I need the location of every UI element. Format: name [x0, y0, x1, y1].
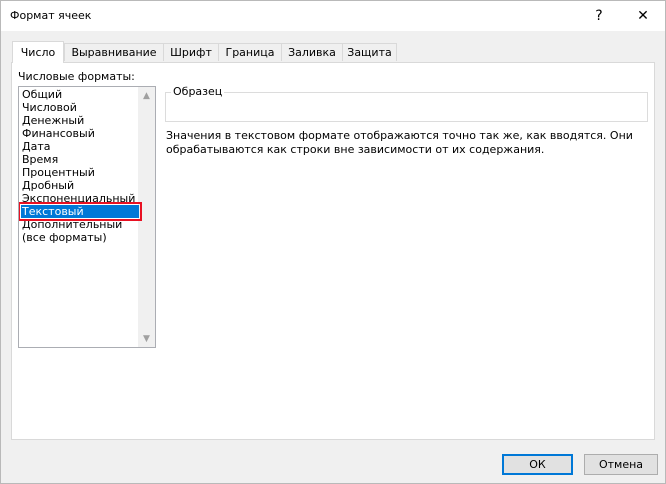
- close-button[interactable]: ✕: [621, 1, 665, 31]
- category-item-date[interactable]: Дата: [21, 140, 139, 153]
- category-item-number[interactable]: Числовой: [21, 101, 139, 114]
- tab-alignment[interactable]: Выравнивание: [64, 43, 164, 61]
- scroll-down-icon[interactable]: ▼: [138, 330, 155, 347]
- ok-button[interactable]: ОК: [502, 454, 573, 475]
- sample-legend: Образец: [171, 85, 225, 98]
- tab-number[interactable]: Число: [12, 41, 64, 63]
- category-item-scientific[interactable]: Экспоненциальный: [21, 192, 139, 205]
- format-cells-dialog: Формат ячеек ? ✕ Число Выравнивание Шриф…: [0, 0, 666, 484]
- category-item-general[interactable]: Общий: [21, 88, 139, 101]
- category-item-custom[interactable]: (все форматы): [21, 231, 139, 244]
- cancel-button[interactable]: Отмена: [584, 454, 658, 475]
- dialog-title: Формат ячеек: [10, 9, 92, 22]
- title-bar: Формат ячеек ? ✕: [1, 1, 665, 31]
- close-icon: ✕: [637, 8, 649, 24]
- format-description: Значения в текстовом формате отображаютс…: [166, 129, 633, 156]
- help-icon: ?: [595, 8, 603, 24]
- category-label: Числовые форматы:: [18, 70, 135, 83]
- help-button[interactable]: ?: [577, 1, 621, 31]
- category-item-currency[interactable]: Денежный: [21, 114, 139, 127]
- sample-group: Образец: [165, 85, 648, 122]
- category-scrollbar[interactable]: ▲ ▼: [138, 87, 155, 347]
- category-items: Общий Числовой Денежный Финансовый Дата …: [19, 88, 142, 244]
- scroll-up-icon[interactable]: ▲: [138, 87, 155, 104]
- tab-border[interactable]: Граница: [218, 43, 282, 61]
- category-item-text[interactable]: Текстовый: [19, 202, 142, 221]
- category-item-percentage[interactable]: Процентный: [21, 166, 139, 179]
- tab-font[interactable]: Шрифт: [163, 43, 219, 61]
- category-listbox[interactable]: Общий Числовой Денежный Финансовый Дата …: [18, 86, 156, 348]
- tab-protection[interactable]: Защита: [342, 43, 397, 61]
- tab-fill[interactable]: Заливка: [281, 43, 343, 61]
- tab-strip: Число Выравнивание Шрифт Граница Заливка…: [11, 41, 666, 63]
- category-item-time[interactable]: Время: [21, 153, 139, 166]
- category-item-fraction[interactable]: Дробный: [21, 179, 139, 192]
- category-item-special[interactable]: Дополнительный: [21, 218, 139, 231]
- category-item-accounting[interactable]: Финансовый: [21, 127, 139, 140]
